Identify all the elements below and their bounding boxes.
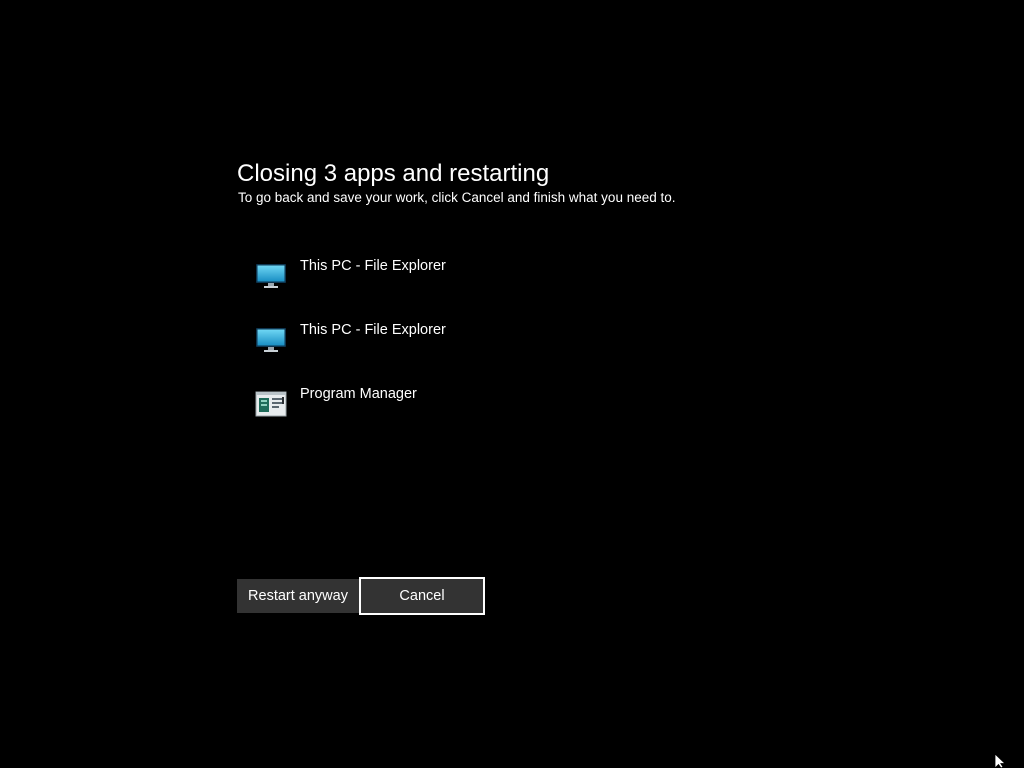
monitor-icon bbox=[255, 325, 287, 355]
list-item: Program Manager bbox=[255, 383, 655, 447]
list-item: This PC - File Explorer bbox=[255, 255, 655, 319]
app-list: This PC - File Explorer This PC - File E… bbox=[255, 255, 655, 447]
app-label: This PC - File Explorer bbox=[300, 322, 446, 338]
mouse-cursor-icon bbox=[994, 753, 1008, 768]
monitor-icon bbox=[255, 261, 287, 291]
page-subtitle: To go back and save your work, click Can… bbox=[238, 190, 676, 205]
list-item: This PC - File Explorer bbox=[255, 319, 655, 383]
page-title: Closing 3 apps and restarting bbox=[237, 160, 550, 187]
restart-anyway-button[interactable]: Restart anyway bbox=[237, 579, 359, 613]
app-label: This PC - File Explorer bbox=[300, 258, 446, 274]
restart-screen: Closing 3 apps and restarting To go back… bbox=[0, 0, 1024, 768]
cancel-button[interactable]: Cancel bbox=[359, 577, 485, 615]
app-label: Program Manager bbox=[300, 386, 417, 402]
program-manager-icon bbox=[255, 389, 287, 419]
